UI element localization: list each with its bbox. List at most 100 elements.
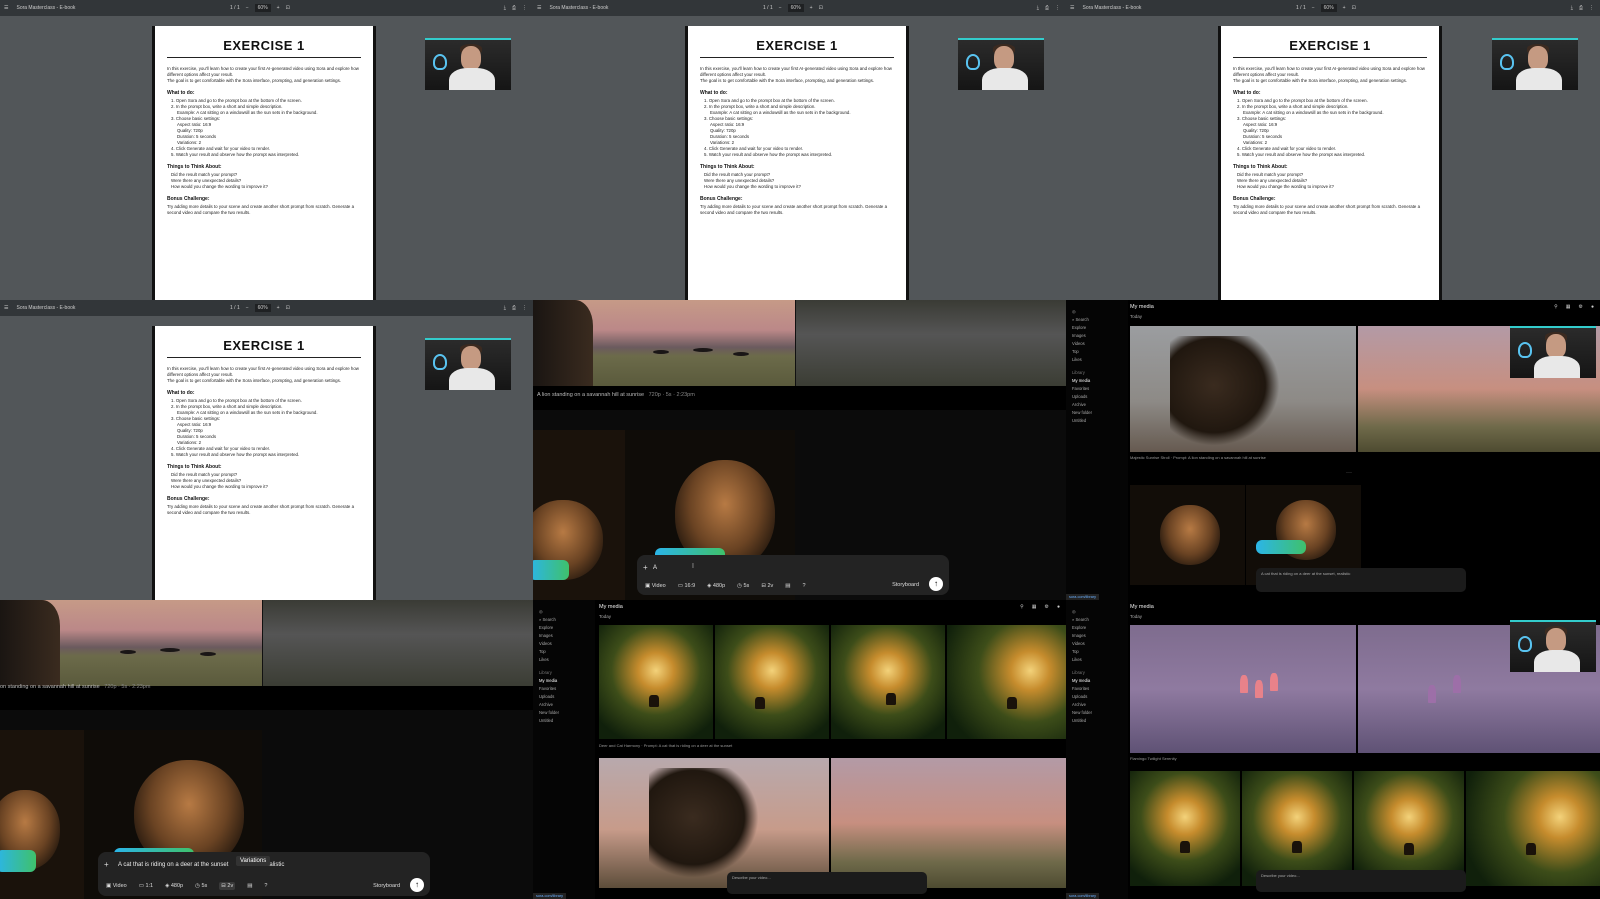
add-icon[interactable]: + (643, 563, 648, 572)
filter-icon[interactable]: ⚲ (1554, 304, 1558, 310)
preset-icon[interactable]: ▤ (785, 583, 790, 589)
type-selector[interactable]: ▣ Video (106, 883, 127, 889)
settings-icon[interactable]: ⚙ (1044, 604, 1048, 610)
grid-icon[interactable]: ▦ (1032, 604, 1037, 610)
sidebar-item-favorites[interactable]: Favorites (1072, 686, 1122, 691)
sidebar-item-favorites[interactable]: Favorites (539, 686, 589, 691)
download-icon[interactable]: ⤓ (1037, 5, 1039, 11)
new-folder-button[interactable]: New folder (1072, 710, 1122, 715)
prompt-box[interactable]: A cat that is riding on a deer at the su… (1256, 568, 1466, 592)
page-nav[interactable]: 1 / 1 (230, 305, 240, 311)
fit-icon[interactable]: ⊡ (286, 305, 290, 311)
sidebar-item-favorites[interactable]: Favorites (1072, 386, 1122, 391)
fit-icon[interactable]: ⊡ (286, 5, 290, 11)
zoom-level[interactable]: 60% (1320, 4, 1337, 12)
new-folder-button[interactable]: New folder (539, 710, 589, 715)
zoom-in-icon[interactable]: + (277, 305, 280, 311)
print-icon[interactable]: ⎙ (512, 5, 516, 11)
aspect-ratio-selector[interactable]: ▭ 16:9 (678, 583, 695, 589)
sidebar-item-videos[interactable]: Videos (1072, 341, 1122, 346)
submit-button[interactable]: ↑ (929, 577, 943, 591)
variations-selector[interactable]: ⊟ 2v (761, 583, 773, 589)
media-thumbnail[interactable] (1466, 771, 1600, 886)
menu-icon[interactable]: ☰ (4, 5, 8, 11)
quality-selector[interactable]: ◈ 480p (165, 883, 183, 889)
media-thumbnail[interactable] (831, 758, 1066, 888)
video-thumbnail[interactable] (533, 300, 795, 386)
zoom-out-icon[interactable]: − (246, 5, 249, 11)
zoom-in-icon[interactable]: + (810, 5, 813, 11)
sidebar-item-my-media[interactable]: My media (539, 678, 589, 683)
fit-icon[interactable]: ⊡ (1352, 5, 1356, 11)
prompt-input[interactable]: A cat that is riding on a deer at the su… (118, 862, 228, 868)
aspect-ratio-selector[interactable]: ▭ 1:1 (139, 883, 153, 889)
sidebar-item-likes[interactable]: Likes (1072, 657, 1122, 662)
sidebar-item-archive[interactable]: Archive (1072, 402, 1122, 407)
media-thumbnail[interactable] (1130, 771, 1240, 886)
zoom-out-icon[interactable]: − (779, 5, 782, 11)
search-item[interactable]: ⌕ Search (1072, 317, 1122, 322)
sidebar-item-folder[interactable]: Untitled (1072, 418, 1122, 423)
media-thumbnail[interactable] (1130, 485, 1245, 585)
sidebar-item-images[interactable]: Images (1072, 633, 1122, 638)
sidebar-item-explore[interactable]: Explore (539, 625, 589, 630)
settings-icon[interactable]: ⚙ (1578, 304, 1582, 310)
logo-icon[interactable]: ◎ (1072, 309, 1122, 314)
media-thumbnail[interactable] (1130, 625, 1356, 753)
media-thumbnail[interactable] (1130, 326, 1356, 452)
video-thumbnail[interactable] (796, 300, 1066, 386)
sidebar-item-videos[interactable]: Videos (1072, 641, 1122, 646)
menu-icon[interactable]: ☰ (537, 5, 541, 11)
prompt-box[interactable]: + A I ▣ Video ▭ 16:9 ◈ 480p ◷ 5s ⊟ 2v ▤ … (637, 555, 949, 595)
print-icon[interactable]: ⎙ (512, 305, 516, 311)
sidebar-item-my-media[interactable]: My media (1072, 378, 1122, 383)
prompt-box[interactable]: Describe your video... (1256, 870, 1466, 892)
zoom-out-icon[interactable]: − (1312, 5, 1315, 11)
zoom-in-icon[interactable]: + (277, 5, 280, 11)
sidebar-item-videos[interactable]: Videos (539, 641, 589, 646)
preset-icon[interactable]: ▤ (247, 883, 252, 889)
help-icon[interactable]: ? (802, 583, 805, 589)
search-item[interactable]: ⌕ Search (1072, 617, 1122, 622)
sidebar-item-uploads[interactable]: Uploads (1072, 394, 1122, 399)
duration-selector[interactable]: ◷ 5s (195, 883, 207, 889)
sidebar-item-folder[interactable]: Untitled (539, 718, 589, 723)
fit-icon[interactable]: ⊡ (819, 5, 823, 11)
search-item[interactable]: ⌕ Search (539, 617, 589, 622)
sidebar-item-top[interactable]: Top (539, 649, 589, 654)
sidebar-item-likes[interactable]: Likes (1072, 357, 1122, 362)
sidebar-item-images[interactable]: Images (539, 633, 589, 638)
media-thumbnail[interactable] (715, 625, 829, 739)
more-icon[interactable]: ⋮ (522, 305, 527, 311)
menu-icon[interactable]: ☰ (1070, 5, 1074, 11)
zoom-level[interactable]: 60% (787, 4, 804, 12)
sidebar-item-uploads[interactable]: Uploads (539, 694, 589, 699)
sidebar-item-archive[interactable]: Archive (1072, 702, 1122, 707)
download-icon[interactable]: ⤓ (504, 305, 506, 311)
help-icon[interactable]: ? (264, 883, 267, 889)
media-thumbnail[interactable] (599, 758, 829, 888)
sidebar-item-likes[interactable]: Likes (539, 657, 589, 662)
sidebar-item-uploads[interactable]: Uploads (1072, 694, 1122, 699)
download-icon[interactable]: ⤓ (1571, 5, 1573, 11)
more-icon[interactable]: ⋮ (522, 5, 527, 11)
page-nav[interactable]: 1 / 1 (763, 5, 773, 11)
logo-icon[interactable]: ◎ (1072, 609, 1122, 614)
prompt-input[interactable]: A (653, 565, 657, 571)
sidebar-item-top[interactable]: Top (1072, 349, 1122, 354)
more-icon[interactable]: ⋮ (1055, 5, 1060, 11)
quality-selector[interactable]: ◈ 480p (707, 583, 725, 589)
print-icon[interactable]: ⎙ (1579, 5, 1583, 11)
page-nav[interactable]: 1 / 1 (1296, 5, 1306, 11)
video-thumbnail[interactable] (263, 600, 533, 686)
duration-selector[interactable]: ◷ 5s (737, 583, 749, 589)
type-selector[interactable]: ▣ Video (645, 583, 666, 589)
storyboard-button[interactable]: Storyboard (373, 883, 400, 889)
menu-icon[interactable]: ☰ (4, 305, 8, 311)
new-folder-button[interactable]: New folder (1072, 410, 1122, 415)
sidebar-item-my-media[interactable]: My media (1072, 678, 1122, 683)
video-thumbnail[interactable] (0, 600, 262, 686)
media-thumbnail[interactable] (1242, 771, 1352, 886)
zoom-out-icon[interactable]: − (246, 305, 249, 311)
media-thumbnail[interactable] (1354, 771, 1464, 886)
